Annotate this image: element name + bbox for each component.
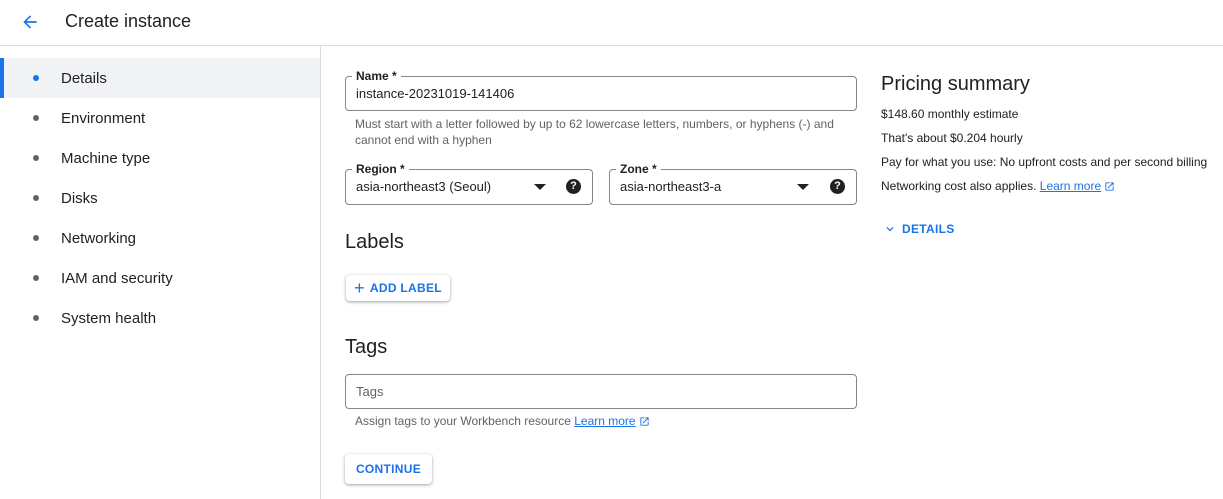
sidebar-item-system-health[interactable]: System health: [0, 298, 320, 338]
sidebar-item-label: System health: [61, 309, 157, 327]
chevron-down-icon: [886, 227, 894, 232]
sidebar-item-label: Disks: [61, 189, 98, 207]
bullet-icon: [33, 155, 39, 161]
help-icon[interactable]: ?: [566, 179, 581, 194]
name-field[interactable]: Name * instance-20231019-141406: [345, 69, 857, 111]
bullet-icon: [33, 75, 39, 81]
sidebar-item-label: Machine type: [61, 149, 151, 167]
help-icon[interactable]: ?: [830, 179, 845, 194]
zone-value: asia-northeast3-a: [620, 179, 722, 194]
monthly-estimate: $148.60 monthly estimate: [881, 107, 1019, 121]
sidebar-item-details[interactable]: Details: [0, 58, 320, 98]
tags-section-title: Tags: [345, 336, 388, 358]
hourly-estimate: That's about $0.204 hourly: [881, 131, 1023, 145]
plus-icon: +: [354, 278, 365, 298]
sidebar-item-label: IAM and security: [61, 269, 173, 287]
sidebar-item-iam-security[interactable]: IAM and security: [0, 258, 320, 298]
open-in-new-icon: [1105, 182, 1114, 191]
networking-note: Networking cost also applies. Learn more: [881, 179, 1115, 193]
region-field-label: Region *: [352, 162, 409, 176]
continue-button[interactable]: CONTINUE: [345, 454, 432, 484]
sidebar-item-environment[interactable]: Environment: [0, 98, 320, 138]
sidebar-item-label: Networking: [61, 229, 137, 247]
name-field-label: Name *: [352, 69, 401, 83]
bullet-icon: [33, 235, 39, 241]
bullet-icon: [33, 315, 39, 321]
tags-learn-more-link[interactable]: Learn more: [574, 414, 635, 428]
region-select[interactable]: Region * asia-northeast3 (Seoul) ?: [345, 162, 593, 205]
tags-field[interactable]: Tags: [345, 374, 857, 409]
back-button[interactable]: [16, 8, 44, 36]
details-toggle-label: DETAILS: [902, 222, 955, 236]
zone-field-label: Zone *: [616, 162, 661, 176]
tags-input[interactable]: Tags: [356, 384, 383, 399]
add-label-button-label: ADD LABEL: [369, 281, 442, 295]
bullet-icon: [33, 115, 39, 121]
tags-hint: Assign tags to your Workbench resource L…: [355, 413, 650, 429]
bullet-icon: [33, 195, 39, 201]
pricing-summary-title: Pricing summary: [881, 73, 1030, 95]
arrow-back-icon: [23, 15, 37, 29]
page-title: Create instance: [65, 11, 192, 31]
labels-section-title: Labels: [345, 231, 404, 253]
continue-button-label: CONTINUE: [355, 462, 422, 476]
sidebar-nav: Details Environment Machine type Disks N…: [0, 46, 321, 499]
tags-hint-text: Assign tags to your Workbench resource: [355, 414, 571, 428]
dropdown-arrow-icon[interactable]: [534, 184, 546, 190]
open-in-new-icon: [639, 417, 649, 426]
name-hint: Must start with a letter followed by up …: [355, 117, 834, 147]
sidebar-item-label: Environment: [61, 109, 146, 127]
add-label-button[interactable]: + ADD LABEL: [346, 275, 450, 301]
sidebar-item-machine-type[interactable]: Machine type: [0, 138, 320, 178]
networking-note-text: Networking cost also applies.: [881, 179, 1037, 193]
dropdown-arrow-icon[interactable]: [797, 184, 809, 190]
billing-note: Pay for what you use: No upfront costs a…: [881, 155, 1208, 169]
sidebar-item-networking[interactable]: Networking: [0, 218, 320, 258]
pricing-details-toggle[interactable]: DETAILS: [883, 222, 955, 236]
bullet-icon: [33, 275, 39, 281]
sidebar-item-disks[interactable]: Disks: [0, 178, 320, 218]
region-value: asia-northeast3 (Seoul): [356, 179, 492, 194]
name-input[interactable]: instance-20231019-141406: [356, 86, 514, 101]
pricing-learn-more-link[interactable]: Learn more: [1040, 179, 1101, 193]
sidebar-item-label: Details: [61, 69, 107, 87]
zone-select[interactable]: Zone * asia-northeast3-a ?: [609, 162, 857, 205]
top-bar: Create instance: [0, 0, 1223, 46]
